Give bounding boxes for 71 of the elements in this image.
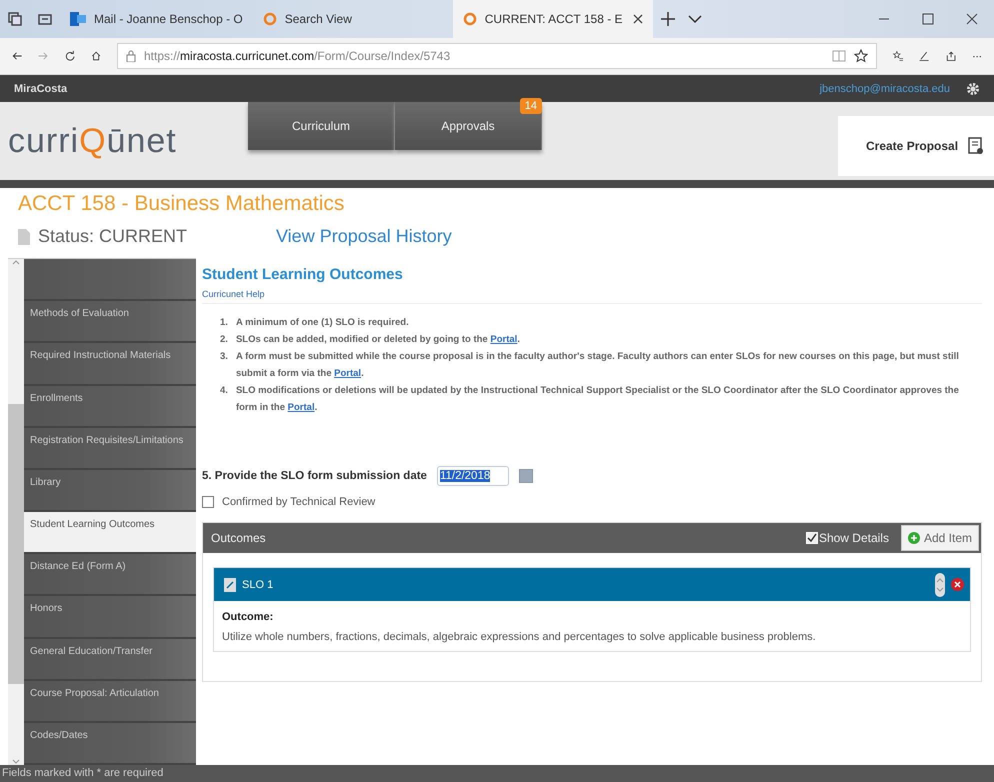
- browser-tab[interactable]: CURRENT: ACCT 158 - E: [452, 0, 653, 38]
- status-text: Status: CURRENT: [38, 226, 188, 247]
- sidebar-item[interactable]: Codes/Dates: [24, 722, 196, 766]
- sidebar-item[interactable]: Distance Ed (Form A): [24, 554, 196, 596]
- nav-button[interactable]: Curriculum: [248, 102, 395, 150]
- scrollbar[interactable]: [8, 259, 24, 765]
- sidebar-item[interactable]: Course Proposal: Articulation: [24, 680, 196, 723]
- portal-link[interactable]: Portal: [334, 368, 362, 379]
- settings-icon[interactable]: [966, 82, 980, 96]
- browser-tab[interactable]: Mail - Joanne Benschop - O: [60, 0, 253, 38]
- sidebar-item[interactable]: General Education/Transfer: [24, 638, 196, 681]
- rule-text: SLOs can be added, modified or deleted by going to the Portal.: [236, 333, 520, 347]
- portal-link[interactable]: Portal: [288, 402, 315, 413]
- sidebar-item[interactable]: Student Learning Outcomes: [24, 512, 196, 554]
- list-number: 3.: [220, 350, 228, 364]
- calendar-icon[interactable]: [518, 469, 533, 483]
- close-icon[interactable]: [632, 14, 643, 24]
- list-number: 4.: [220, 384, 228, 398]
- scroll-up-icon: [12, 259, 20, 265]
- date-label: 5. Provide the SLO form submission date: [202, 470, 427, 482]
- checkbox-label: Confirmed by Technical Review: [222, 496, 376, 508]
- sidebar-item[interactable]: Enrollments: [24, 386, 196, 428]
- check-icon: [806, 533, 817, 543]
- outcome-title: SLO 1: [242, 578, 274, 590]
- help-link[interactable]: Curricunet Help: [202, 283, 982, 304]
- sidebar-item[interactable]: Library: [24, 470, 196, 512]
- star-icon[interactable]: [854, 49, 868, 63]
- checkbox-label: Show Details: [818, 531, 889, 545]
- site-icon: [262, 12, 277, 26]
- sidebar-item[interactable]: Required Instructional Materials: [24, 343, 196, 386]
- reorder-handle-icon[interactable]: [935, 572, 945, 596]
- sidebar-item[interactable]: Honors: [24, 596, 196, 639]
- date-field[interactable]: 11/2/2018: [436, 466, 509, 486]
- close-icon[interactable]: [966, 13, 978, 25]
- logo: curriQūnet: [8, 122, 178, 160]
- edit-icon[interactable]: [224, 578, 236, 592]
- document-icon: [18, 228, 30, 244]
- favorites-icon[interactable]: [893, 48, 904, 64]
- rule-text: A form must be submitted while the course proposal is in the faculty author's stage. Faculty authors can enter SLOs for new courses on this page, but must still submit a form via the Portal.: [236, 350, 960, 381]
- field-label: Outcome:: [222, 611, 274, 623]
- list-number: 1.: [220, 316, 228, 330]
- proposal-history-link[interactable]: View Proposal History: [276, 226, 452, 247]
- footer-note: Fields marked with * are required: [2, 767, 164, 779]
- address-field[interactable]: https://miracosta.curricunet.com/Form/Course/Index/5743: [117, 43, 877, 69]
- count-badge: 14: [520, 98, 542, 114]
- list-number: 2.: [220, 333, 228, 347]
- user-email-link[interactable]: jbenschop@miracosta.edu: [820, 82, 950, 94]
- browser-tab[interactable]: Search View: [252, 0, 393, 38]
- create-proposal-button[interactable]: Create Proposal: [838, 116, 994, 176]
- checkbox[interactable]: [806, 532, 818, 544]
- scroll-down-icon: [12, 759, 20, 765]
- sidebar-item[interactable]: Registration Requisites/Limitations: [24, 428, 196, 470]
- portal-link[interactable]: Portal: [490, 334, 518, 345]
- delete-icon[interactable]: [951, 578, 964, 591]
- tab-actions-icon[interactable]: [8, 12, 22, 26]
- panel-title: Outcomes: [211, 531, 267, 545]
- set-aside-tabs-icon[interactable]: [38, 12, 52, 26]
- maximize-icon[interactable]: [922, 13, 934, 25]
- rule-text: A minimum of one (1) SLO is required.: [236, 316, 409, 330]
- outcome-text: Utilize whole numbers, fractions, decimals, algebraic expressions and percentages to solve applicable business problems.: [222, 631, 817, 643]
- institution-name: MiraCosta: [14, 82, 68, 94]
- rule-text: SLO modifications or deletions will be updated by the Instructional Technical Support Specialist or the SLO Coordinator after the SLO Coordinator approves the form in the Portal.: [236, 384, 960, 415]
- sidebar-item[interactable]: Methods of Evaluation: [24, 301, 196, 344]
- checkbox[interactable]: [202, 496, 214, 508]
- section-title: Student Learning Outcomes: [202, 265, 404, 283]
- lock-icon: [126, 50, 136, 62]
- add-item-button[interactable]: Add Item: [900, 525, 979, 551]
- course-title: ACCT 158 - Business Mathematics: [18, 192, 346, 216]
- plus-circle-icon: [908, 532, 920, 544]
- document-gear-icon: [968, 137, 984, 155]
- site-icon: [462, 12, 477, 26]
